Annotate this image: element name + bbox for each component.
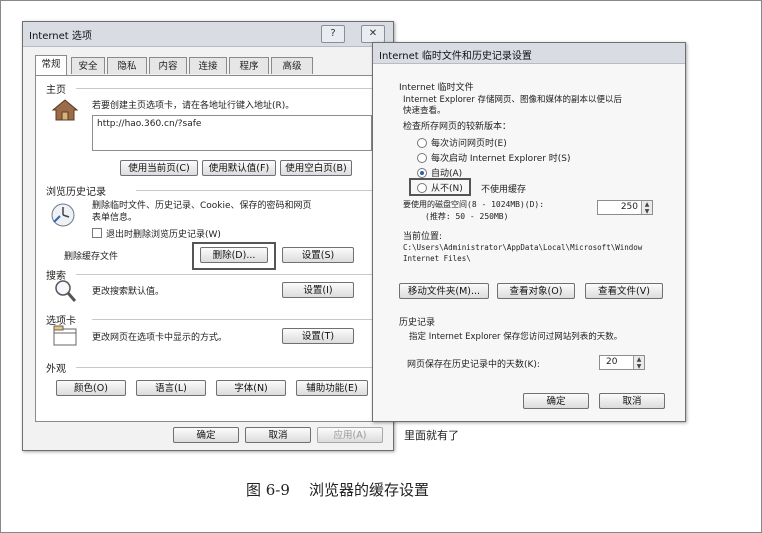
history-settings-label: 历史记录 (399, 318, 436, 328)
history-days-label: 网页保存在历史记录中的天数(K): (407, 360, 540, 370)
help-icon[interactable]: ? (321, 25, 345, 43)
no-cache-note: 不使用缓存 (481, 185, 527, 195)
colors-button[interactable]: 颜色(O) (56, 380, 126, 396)
figure-caption: 图 6-9 浏览器的缓存设置 (246, 481, 429, 499)
history-days-arrows[interactable]: ▲ ▼ (633, 356, 644, 370)
history-description-2: 表单信息。 (92, 213, 138, 223)
temp-files-dialog: Internet 临时文件和历史记录设置 Internet 临时文件 Inter… (372, 42, 686, 422)
tab-strip: 常规 安全 隐私 内容 连接 程序 高级 (35, 55, 335, 75)
temp-dialog-title: Internet 临时文件和历史记录设置 (379, 51, 532, 62)
search-magnifier-icon (52, 278, 78, 308)
view-objects-button[interactable]: 查看对象(O) (497, 283, 575, 299)
use-blank-button[interactable]: 使用空白页(B) (280, 160, 352, 176)
disk-space-hint: (推荐: 50 - 250MB) (425, 212, 509, 221)
history-icon (50, 202, 76, 232)
tab-general[interactable]: 常规 (35, 55, 67, 75)
disk-space-label: 要使用的磁盘空间(8 - 1024MB)(D): (403, 200, 545, 209)
home-description: 若要创建主页选项卡，请在各地址行键入地址(R)。 (92, 101, 295, 111)
tab-content[interactable]: 内容 (149, 57, 187, 74)
tab-connections[interactable]: 连接 (189, 57, 227, 74)
tabs-divider (92, 319, 376, 320)
disk-space-arrows[interactable]: ▲ ▼ (641, 201, 652, 215)
current-location-path-1: C:\Users\Administrator\AppData\Local\Mic… (403, 243, 643, 252)
home-section-label: 主页 (46, 85, 66, 96)
fonts-button[interactable]: 字体(N) (216, 380, 286, 396)
history-days-spinner[interactable]: 20 ▲ ▼ (599, 355, 645, 370)
radio-never[interactable] (417, 183, 427, 193)
radio-every-visit[interactable] (417, 138, 427, 148)
radio-every-visit-label: 每次访问网页时(E) (431, 139, 507, 149)
tab-programs[interactable]: 程序 (229, 57, 269, 74)
home-divider (76, 88, 376, 89)
temp-description-2: 快速查看。 (403, 106, 446, 116)
check-versions-label: 检查所存网页的较新版本： (403, 122, 512, 132)
ok-button[interactable]: 确定 (173, 427, 239, 443)
use-default-button[interactable]: 使用默认值(F) (202, 160, 276, 176)
radio-automatic[interactable] (417, 168, 427, 178)
move-folder-button[interactable]: 移动文件夹(M)... (399, 283, 489, 299)
history-section-label: 浏览历史记录 (46, 187, 106, 198)
history-settings-description: 指定 Internet Explorer 保存您访问过网站列表的天数。 (409, 332, 623, 342)
radio-never-label: 从不(N) (431, 184, 463, 194)
temp-ok-button[interactable]: 确定 (523, 393, 589, 409)
appearance-section-label: 外观 (46, 364, 66, 375)
delete-history-button[interactable]: 删除(D)... (200, 247, 268, 263)
window-title: Internet 选项 (29, 31, 92, 42)
tab-security[interactable]: 安全 (71, 57, 105, 74)
cancel-button[interactable]: 取消 (245, 427, 311, 443)
temp-dialog-title-bar: Internet 临时文件和历史记录设置 (373, 43, 685, 64)
tab-advanced[interactable]: 高级 (271, 57, 313, 74)
background-text: 里面就有了 (404, 429, 459, 442)
current-location-label: 当前位置: (403, 232, 443, 242)
current-location-path-2: Internet Files\ (403, 254, 471, 263)
search-description: 更改搜索默认值。 (92, 287, 165, 297)
view-files-button[interactable]: 查看文件(V) (585, 283, 663, 299)
title-bar: Internet 选项 ? ✕ (23, 22, 393, 47)
history-settings-button[interactable]: 设置(S) (282, 247, 354, 263)
use-current-button[interactable]: 使用当前页(C) (120, 160, 198, 176)
appearance-divider (76, 367, 376, 368)
close-icon[interactable]: ✕ (361, 25, 385, 43)
house-icon (51, 98, 79, 126)
delete-on-exit-label: 退出时删除浏览历史记录(W) (106, 230, 221, 240)
radio-every-start-label: 每次启动 Internet Explorer 时(S) (431, 154, 571, 164)
delete-on-exit-checkbox[interactable] (92, 228, 102, 238)
internet-options-window: Internet 选项 ? ✕ 常规 安全 隐私 内容 连接 程序 高级 主页 … (22, 21, 394, 451)
temp-section-label: Internet 临时文件 (399, 83, 474, 93)
tabs-description: 更改网页在选项卡中显示的方式。 (92, 333, 228, 343)
page: { "internet_options": { "title": "Intern… (0, 0, 762, 533)
tab-panel: 主页 若要创建主页选项卡，请在各地址行键入地址(R)。 http://hao.3… (35, 75, 383, 422)
search-settings-button[interactable]: 设置(I) (282, 282, 354, 298)
history-days-value: 20 (606, 357, 618, 367)
tab-privacy[interactable]: 隐私 (107, 57, 147, 74)
apply-button[interactable]: 应用(A) (317, 427, 383, 443)
home-url-field[interactable]: http://hao.360.cn/?safe (92, 115, 372, 151)
tabs-window-icon (52, 325, 78, 351)
disk-space-spinner[interactable]: 250 ▲ ▼ (597, 200, 653, 215)
accessibility-button[interactable]: 辅助功能(E) (296, 380, 368, 396)
history-divider (136, 190, 376, 191)
temp-cancel-button[interactable]: 取消 (599, 393, 665, 409)
search-divider (76, 274, 376, 275)
delete-cache-label: 删除缓存文件 (64, 252, 119, 262)
disk-space-value: 250 (620, 202, 638, 212)
home-url-value: http://hao.360.cn/?safe (97, 119, 202, 129)
radio-every-start[interactable] (417, 153, 427, 163)
languages-button[interactable]: 语言(L) (136, 380, 206, 396)
tabs-settings-button[interactable]: 设置(T) (282, 328, 354, 344)
